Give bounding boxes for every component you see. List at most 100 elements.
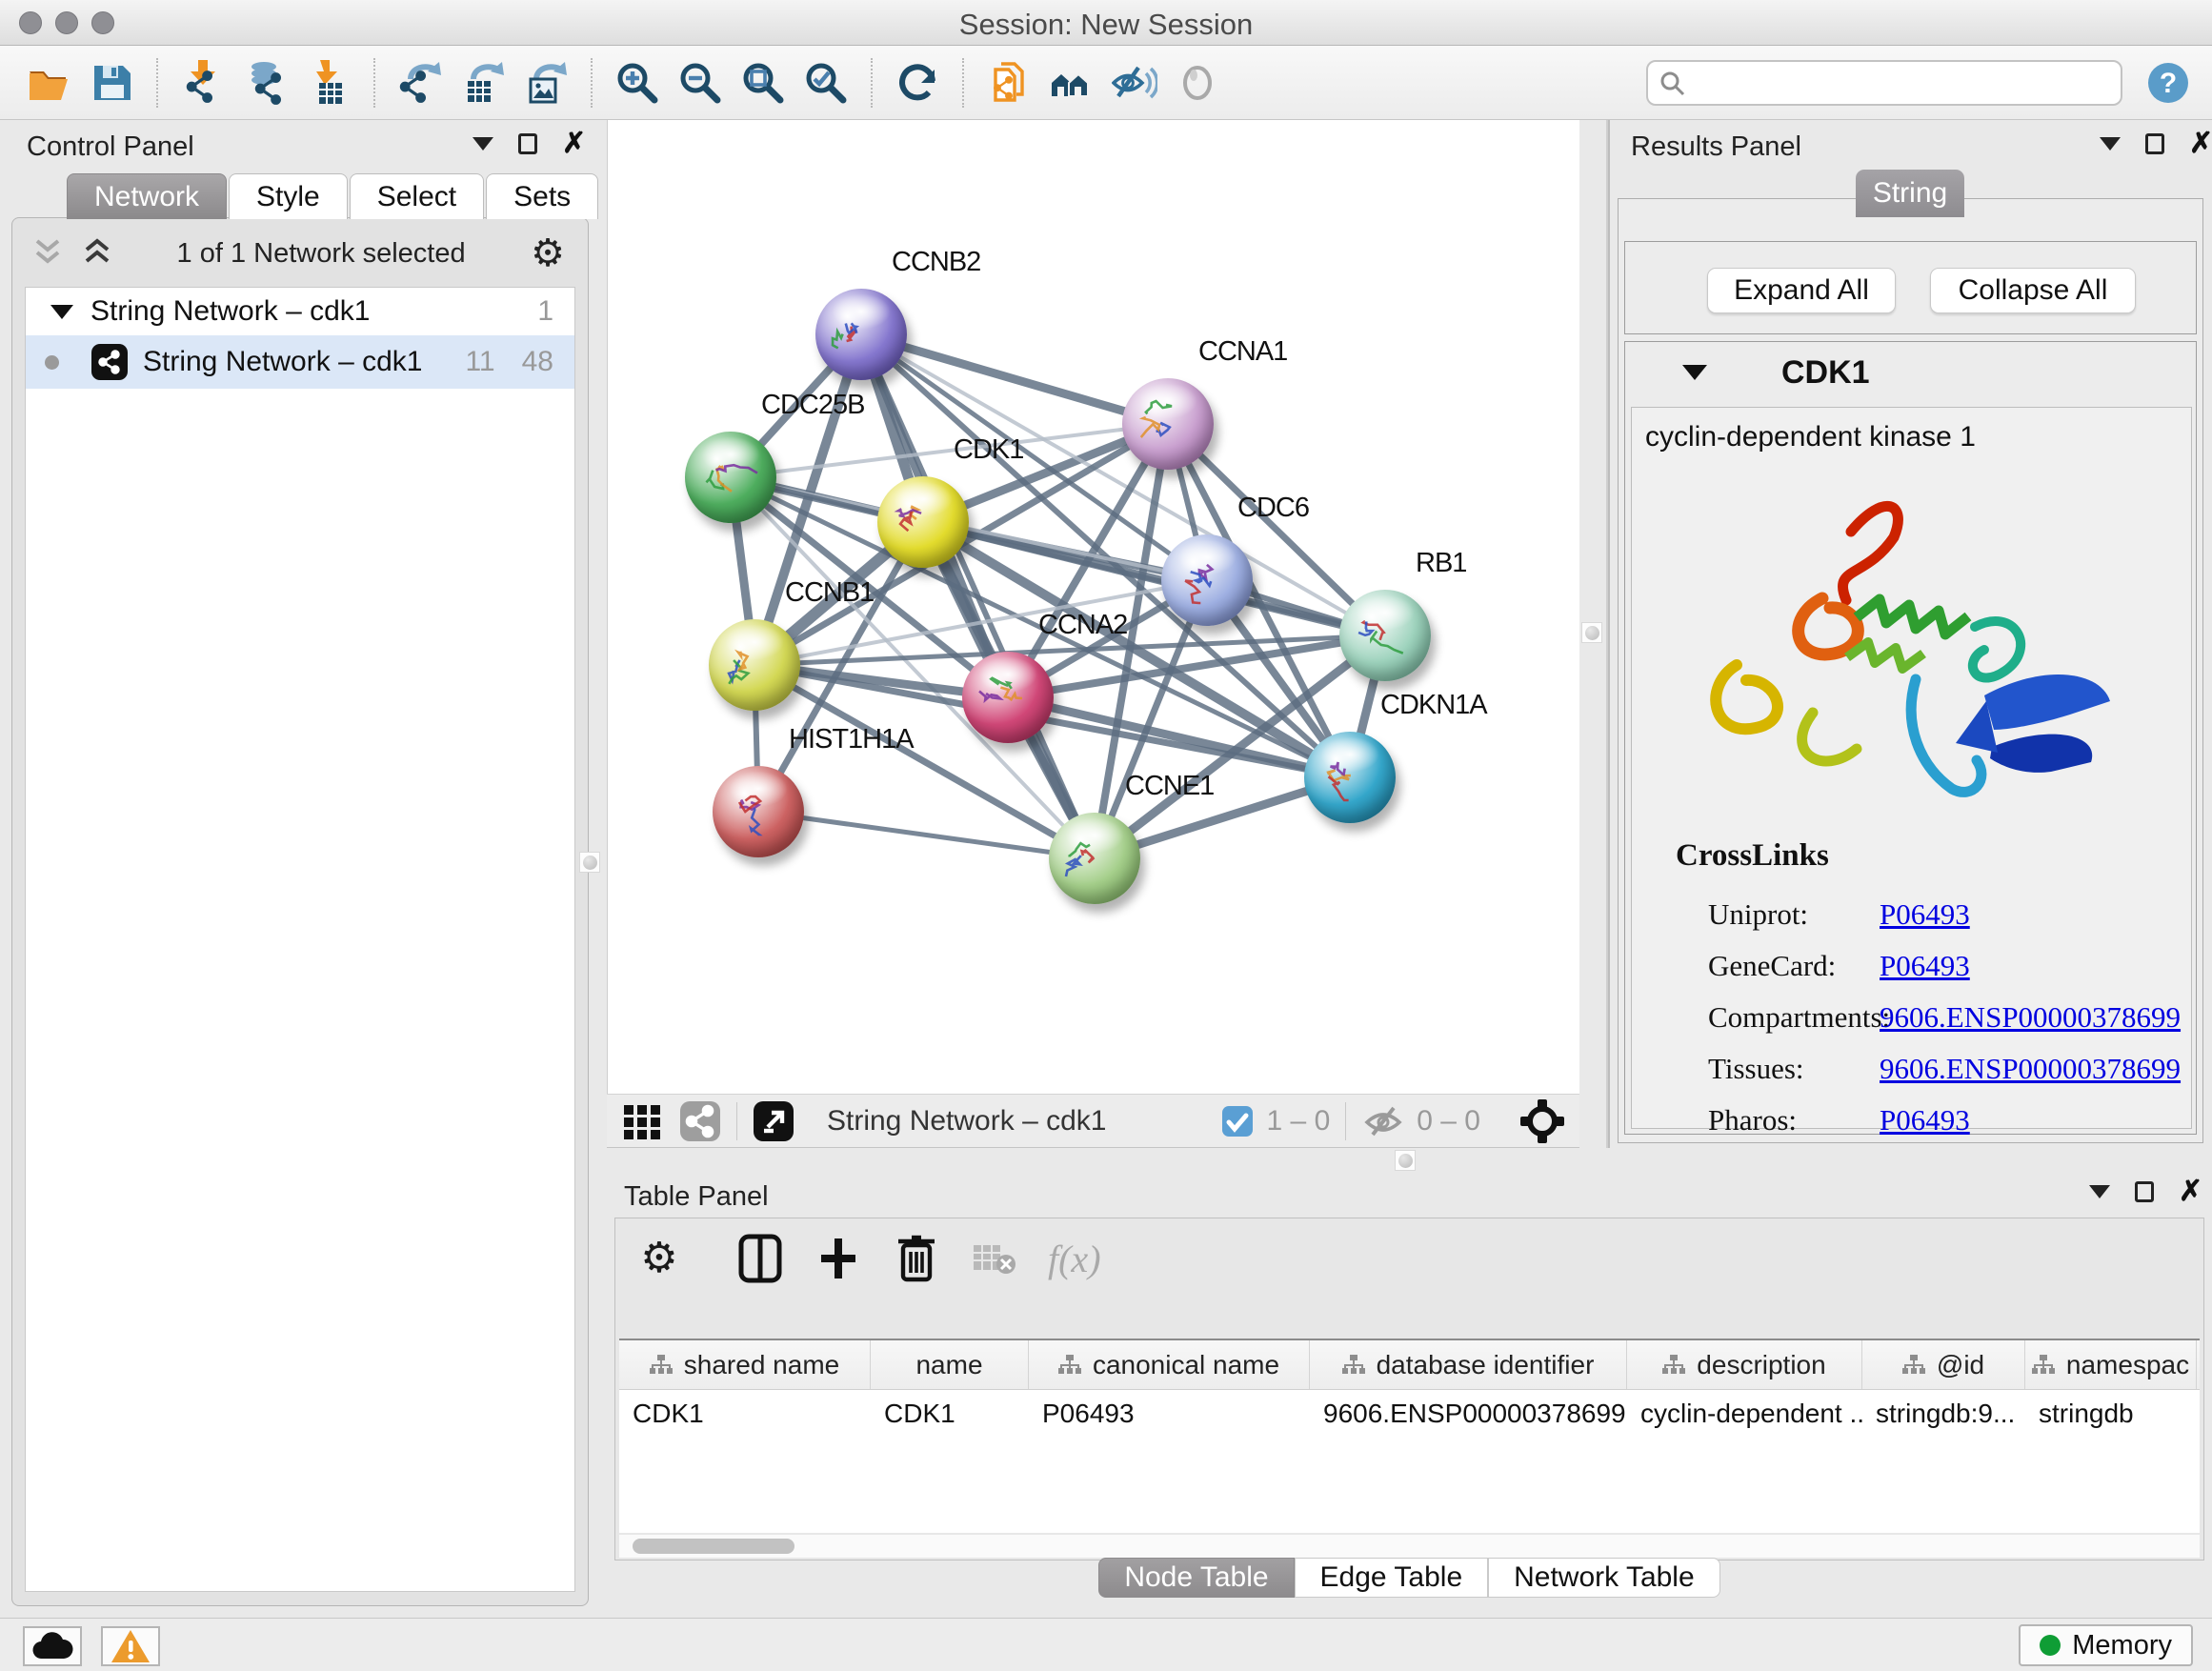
float-panel-icon[interactable] bbox=[518, 133, 537, 154]
search-input[interactable] bbox=[1646, 60, 2122, 106]
tab-sets[interactable]: Sets bbox=[486, 173, 598, 219]
close-panel-icon[interactable]: ✗ bbox=[2179, 1181, 2202, 1202]
crosslink-value-link[interactable]: P06493 bbox=[1880, 897, 1970, 932]
zoom-fit-icon[interactable] bbox=[736, 56, 790, 110]
memory-label: Memory bbox=[2072, 1630, 2172, 1661]
refresh-icon[interactable] bbox=[891, 56, 944, 110]
tab-network[interactable]: Network bbox=[67, 173, 227, 219]
crosslink-value-link[interactable]: P06493 bbox=[1880, 949, 1970, 983]
save-session-icon[interactable] bbox=[85, 56, 138, 110]
table-cell[interactable]: stringdb bbox=[2025, 1390, 2197, 1438]
table-cell[interactable]: CDK1 bbox=[871, 1390, 1029, 1438]
tab-edge-table[interactable]: Edge Table bbox=[1295, 1558, 1489, 1598]
clipboard-share-icon[interactable] bbox=[982, 56, 1036, 110]
table-splitter-handle[interactable] bbox=[1395, 1150, 1416, 1171]
node-cdc6[interactable] bbox=[1161, 534, 1253, 626]
node-ccne1[interactable] bbox=[1049, 813, 1140, 904]
node-ccna1[interactable] bbox=[1122, 378, 1214, 470]
crosslink-value-link[interactable]: 9606.ENSP00000378699 bbox=[1880, 1052, 2181, 1086]
table-cell[interactable]: cyclin-dependent ... bbox=[1627, 1390, 1862, 1438]
open-session-icon[interactable] bbox=[22, 56, 75, 110]
window-title: Session: New Session bbox=[0, 8, 2212, 42]
network-collection-row[interactable]: String Network – cdk1 1 bbox=[26, 288, 574, 335]
table-options-gear-icon[interactable]: ⚙ bbox=[634, 1232, 684, 1285]
collapse-panel-icon[interactable] bbox=[473, 137, 493, 151]
import-network-icon[interactable] bbox=[176, 56, 230, 110]
collapse-all-button[interactable]: Collapse All bbox=[1930, 268, 2136, 313]
tab-select[interactable]: Select bbox=[350, 173, 484, 219]
zoom-selected-icon[interactable] bbox=[799, 56, 853, 110]
node-table[interactable]: shared namenamecanonical namedatabase id… bbox=[619, 1339, 2200, 1533]
node-rb1[interactable] bbox=[1339, 590, 1431, 681]
crosslink-value-link[interactable]: P06493 bbox=[1880, 1103, 1970, 1137]
show-hide-icon[interactable] bbox=[1108, 56, 1161, 110]
memory-button[interactable]: Memory bbox=[2019, 1624, 2193, 1666]
open-in-new-window-icon[interactable] bbox=[753, 1100, 794, 1142]
table-cell[interactable]: stringdb:9... bbox=[1862, 1390, 2025, 1438]
left-splitter-handle[interactable] bbox=[579, 852, 600, 873]
control-panel-tabs: NetworkStyleSelectSets bbox=[67, 173, 600, 219]
node-label-ccne1: CCNE1 bbox=[1125, 771, 1214, 802]
show-columns-icon[interactable] bbox=[735, 1232, 785, 1285]
preview-eye-icon[interactable] bbox=[1171, 56, 1224, 110]
table-cell[interactable]: 9606.ENSP00000378699 bbox=[1310, 1390, 1627, 1438]
cloud-status-button[interactable] bbox=[23, 1626, 82, 1666]
collapse-panel-icon[interactable] bbox=[2100, 137, 2121, 151]
column-header-canonical-name[interactable]: canonical name bbox=[1029, 1340, 1310, 1389]
import-table-icon[interactable] bbox=[302, 56, 355, 110]
node-label-ccna1: CCNA1 bbox=[1198, 336, 1287, 368]
node-cdc25b[interactable] bbox=[685, 432, 776, 523]
import-database-icon[interactable] bbox=[239, 56, 292, 110]
tab-style[interactable]: Style bbox=[229, 173, 348, 219]
crosslink-value-link[interactable]: 9606.ENSP00000378699 bbox=[1880, 1000, 2181, 1035]
collapse-panel-icon[interactable] bbox=[2089, 1185, 2110, 1198]
column-header-namespac[interactable]: namespac bbox=[2025, 1340, 2197, 1389]
table-horizontal-scrollbar[interactable] bbox=[619, 1535, 2200, 1558]
node-ccnb1[interactable] bbox=[709, 619, 800, 711]
network-share-icon[interactable] bbox=[679, 1100, 721, 1142]
warnings-button[interactable] bbox=[101, 1626, 160, 1666]
node-ccnb2[interactable] bbox=[815, 289, 907, 380]
tab-string[interactable]: String bbox=[1856, 170, 1964, 217]
node-cdk1[interactable] bbox=[877, 476, 969, 568]
right-splitter-handle[interactable] bbox=[1581, 622, 1602, 643]
column-header-description[interactable]: description bbox=[1627, 1340, 1862, 1389]
help-button[interactable]: ? bbox=[2142, 56, 2195, 110]
expand-all-button[interactable]: Expand All bbox=[1707, 268, 1896, 313]
expand-all-icon[interactable] bbox=[83, 235, 111, 272]
column-header-database-identifier[interactable]: database identifier bbox=[1310, 1340, 1627, 1389]
column-header-shared-name[interactable]: shared name bbox=[619, 1340, 871, 1389]
export-network-icon[interactable] bbox=[393, 56, 447, 110]
close-panel-icon[interactable]: ✗ bbox=[2189, 133, 2212, 154]
delete-column-icon[interactable] bbox=[892, 1232, 941, 1285]
zoom-in-icon[interactable] bbox=[611, 56, 664, 110]
network-canvas[interactable]: CCNB2CCNA1CDC25BCDK1CDC6RB1CCNB1CCNA2CDK… bbox=[607, 120, 1579, 1094]
float-panel-icon[interactable] bbox=[2135, 1181, 2154, 1202]
home-network-icon[interactable] bbox=[1045, 56, 1098, 110]
tab-network-table[interactable]: Network Table bbox=[1488, 1558, 1720, 1598]
add-column-icon[interactable] bbox=[814, 1232, 863, 1285]
node-cdkn1a[interactable] bbox=[1304, 732, 1396, 823]
tab-node-table[interactable]: Node Table bbox=[1098, 1558, 1294, 1598]
selected-nodes-checkbox-icon[interactable] bbox=[1221, 1105, 1254, 1137]
table-cell[interactable]: P06493 bbox=[1029, 1390, 1310, 1438]
birdseye-grid-icon[interactable] bbox=[622, 1101, 662, 1141]
table-row[interactable]: CDK1CDK1P064939606.ENSP00000378699cyclin… bbox=[619, 1390, 2200, 1438]
zoom-out-icon[interactable] bbox=[674, 56, 727, 110]
table-cell[interactable]: CDK1 bbox=[619, 1390, 871, 1438]
collapse-all-icon[interactable] bbox=[33, 235, 62, 272]
node-ccna2[interactable] bbox=[962, 652, 1054, 743]
entry-expand-icon[interactable] bbox=[1682, 365, 1707, 380]
close-panel-icon[interactable]: ✗ bbox=[562, 133, 586, 154]
export-table-icon[interactable] bbox=[456, 56, 510, 110]
network-row-selected[interactable]: String Network – cdk1 11 48 bbox=[26, 335, 574, 389]
export-image-icon[interactable] bbox=[519, 56, 573, 110]
tree-expand-icon[interactable] bbox=[50, 305, 73, 319]
column-header--id[interactable]: @id bbox=[1862, 1340, 2025, 1389]
fit-move-crosshair-icon[interactable] bbox=[1518, 1097, 1566, 1145]
options-gear-icon[interactable]: ⚙ bbox=[531, 234, 565, 272]
float-panel-icon[interactable] bbox=[2145, 133, 2164, 154]
node-hist1h1a[interactable] bbox=[713, 766, 804, 857]
column-header-name[interactable]: name bbox=[871, 1340, 1029, 1389]
entry-header[interactable]: CDK1 bbox=[1625, 342, 2196, 403]
